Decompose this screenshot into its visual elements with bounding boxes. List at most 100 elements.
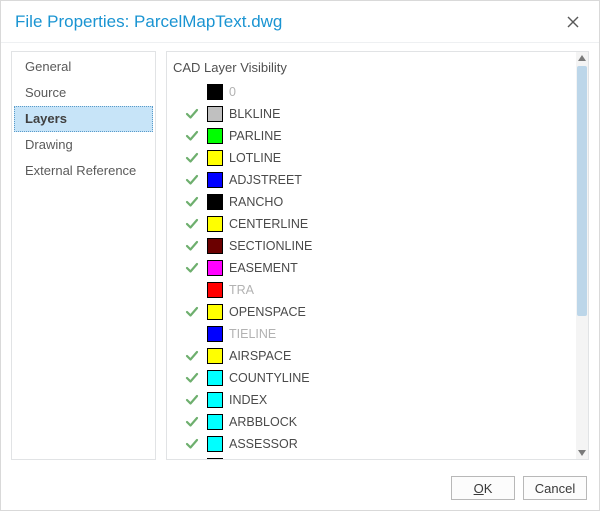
layer-visible-check[interactable] bbox=[183, 195, 201, 209]
layer-visible-check[interactable] bbox=[183, 349, 201, 363]
layer-name-label: CENTERLINE bbox=[229, 217, 308, 231]
layer-row[interactable]: ADJSTREET bbox=[171, 169, 572, 191]
layer-visible-check[interactable] bbox=[183, 129, 201, 143]
sidebar-item-drawing[interactable]: Drawing bbox=[14, 132, 153, 158]
layer-row[interactable]: COUNTYLINE bbox=[171, 367, 572, 389]
section-title: CAD Layer Visibility bbox=[171, 58, 572, 81]
layer-name-label: LOTLINE bbox=[229, 151, 281, 165]
sidebar-item-layers[interactable]: Layers bbox=[14, 106, 153, 132]
sidebar-item-label: Drawing bbox=[25, 137, 73, 152]
layer-color-swatch[interactable] bbox=[207, 436, 223, 452]
check-icon bbox=[185, 437, 199, 451]
ok-button[interactable]: OK bbox=[451, 476, 515, 500]
layer-row[interactable]: TIELINE bbox=[171, 323, 572, 345]
layer-name-label: TIELINE bbox=[229, 327, 276, 341]
check-icon bbox=[185, 151, 199, 165]
layer-color-swatch[interactable] bbox=[207, 326, 223, 342]
scrollbar[interactable] bbox=[576, 52, 588, 459]
chevron-down-icon bbox=[578, 450, 586, 456]
layer-visible-check[interactable] bbox=[183, 107, 201, 121]
sidebar-item-general[interactable]: General bbox=[14, 54, 153, 80]
layer-color-swatch[interactable] bbox=[207, 304, 223, 320]
layers-panel: CAD Layer Visibility 0 BLKLINE PARLINE LOTL… bbox=[166, 51, 589, 460]
layer-color-swatch[interactable] bbox=[207, 238, 223, 254]
scrollbar-down-arrow[interactable] bbox=[576, 447, 588, 459]
layer-color-swatch[interactable] bbox=[207, 458, 223, 460]
check-icon bbox=[185, 415, 199, 429]
check-icon bbox=[185, 129, 199, 143]
scrollbar-up-arrow[interactable] bbox=[576, 52, 588, 64]
layer-row[interactable]: INDEX bbox=[171, 389, 572, 411]
sidebar-item-label: Source bbox=[25, 85, 66, 100]
layer-visible-check[interactable] bbox=[183, 415, 201, 429]
layer-row[interactable]: CENTERLINE bbox=[171, 213, 572, 235]
layer-name-label: COUNTYLINE bbox=[229, 371, 310, 385]
sidebar-item-label: External Reference bbox=[25, 163, 136, 178]
layer-row[interactable]: RANCHO bbox=[171, 191, 572, 213]
layer-row[interactable]: SECTIONLINE bbox=[171, 235, 572, 257]
layer-color-swatch[interactable] bbox=[207, 260, 223, 276]
layer-visible-check[interactable] bbox=[183, 437, 201, 451]
titlebar: File Properties: ParcelMapText.dwg bbox=[1, 1, 599, 43]
layers-scroll-viewport: CAD Layer Visibility 0 BLKLINE PARLINE LOTL… bbox=[167, 52, 576, 459]
check-icon bbox=[185, 107, 199, 121]
layer-row[interactable]: PARLINE bbox=[171, 125, 572, 147]
check-icon bbox=[185, 195, 199, 209]
layer-color-swatch[interactable] bbox=[207, 106, 223, 122]
close-button[interactable] bbox=[555, 8, 591, 36]
layer-color-swatch[interactable] bbox=[207, 128, 223, 144]
sidebar-item-label: Layers bbox=[25, 111, 67, 126]
layer-row[interactable]: 0 bbox=[171, 81, 572, 103]
check-icon bbox=[185, 349, 199, 363]
layer-name-label: SECTIONLINE bbox=[229, 239, 312, 253]
layer-visible-check[interactable] bbox=[183, 173, 201, 187]
layer-color-swatch[interactable] bbox=[207, 414, 223, 430]
layer-color-swatch[interactable] bbox=[207, 194, 223, 210]
check-icon bbox=[185, 305, 199, 319]
layer-visible-check[interactable] bbox=[183, 393, 201, 407]
layer-row[interactable]: AIRSPACE bbox=[171, 345, 572, 367]
layer-color-swatch[interactable] bbox=[207, 84, 223, 100]
layer-color-swatch[interactable] bbox=[207, 348, 223, 364]
layer-color-swatch[interactable] bbox=[207, 282, 223, 298]
layer-color-swatch[interactable] bbox=[207, 172, 223, 188]
sidebar-item-external-reference[interactable]: External Reference bbox=[14, 158, 153, 184]
layer-name-label: ASSESSOR bbox=[229, 437, 298, 451]
layer-name-label: AIRSPACE bbox=[229, 349, 291, 363]
layer-row[interactable]: ARBBLOCK bbox=[171, 411, 572, 433]
scrollbar-thumb[interactable] bbox=[577, 66, 587, 316]
layer-name-label: ADJSTREET bbox=[229, 173, 302, 187]
layer-name-label: OPENSPACE bbox=[229, 305, 306, 319]
layer-color-swatch[interactable] bbox=[207, 370, 223, 386]
layer-name-label: PARLINE bbox=[229, 129, 282, 143]
layer-visible-check[interactable] bbox=[183, 239, 201, 253]
layer-visible-check[interactable] bbox=[183, 217, 201, 231]
layer-color-swatch[interactable] bbox=[207, 216, 223, 232]
layer-visible-check[interactable] bbox=[183, 305, 201, 319]
cancel-button[interactable]: Cancel bbox=[523, 476, 587, 500]
layer-row[interactable]: NODE bbox=[171, 455, 572, 460]
layer-visible-check[interactable] bbox=[183, 151, 201, 165]
layer-name-label: ARBBLOCK bbox=[229, 415, 297, 429]
layer-row[interactable]: BLKLINE bbox=[171, 103, 572, 125]
layer-visible-check[interactable] bbox=[183, 261, 201, 275]
check-icon bbox=[185, 173, 199, 187]
layer-color-swatch[interactable] bbox=[207, 392, 223, 408]
layer-name-label: 0 bbox=[229, 85, 236, 99]
file-properties-dialog: File Properties: ParcelMapText.dwg Gener… bbox=[0, 0, 600, 511]
layer-row[interactable]: TRA bbox=[171, 279, 572, 301]
layer-row[interactable]: LOTLINE bbox=[171, 147, 572, 169]
layer-visible-check[interactable] bbox=[183, 371, 201, 385]
layer-row[interactable]: OPENSPACE bbox=[171, 301, 572, 323]
chevron-up-icon bbox=[578, 55, 586, 61]
sidebar-item-label: General bbox=[25, 59, 71, 74]
check-icon bbox=[185, 393, 199, 407]
layer-row[interactable]: EASEMENT bbox=[171, 257, 572, 279]
layer-name-label: EASEMENT bbox=[229, 261, 298, 275]
check-icon bbox=[185, 217, 199, 231]
sidebar-item-source[interactable]: Source bbox=[14, 80, 153, 106]
layer-row[interactable]: ASSESSOR bbox=[171, 433, 572, 455]
layer-color-swatch[interactable] bbox=[207, 150, 223, 166]
layer-name-label: NODE bbox=[229, 459, 265, 460]
content-area: General Source Layers Drawing External R… bbox=[1, 43, 599, 466]
